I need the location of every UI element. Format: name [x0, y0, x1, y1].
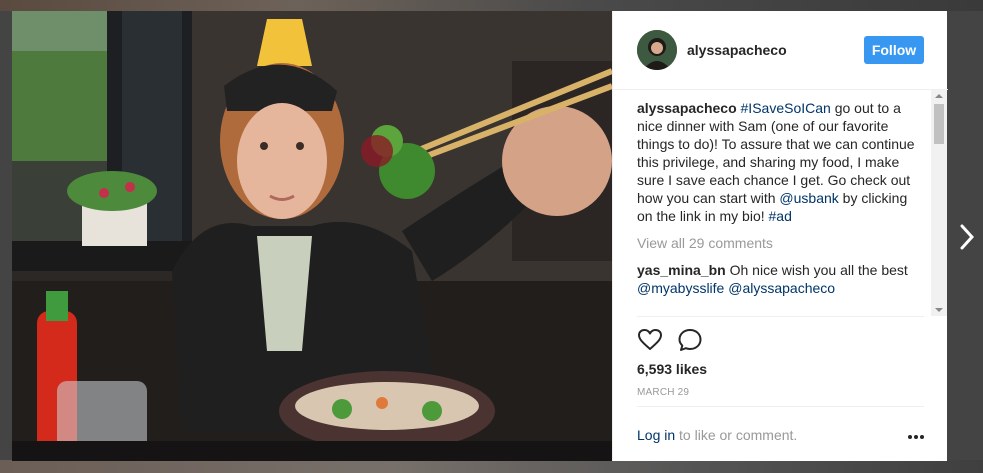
post-photo-illustration — [12, 11, 612, 461]
post-side-panel: alyssapacheco Follow alyssapacheco #ISav… — [612, 11, 948, 461]
view-all-comments-link[interactable]: View all 29 comments — [637, 234, 925, 252]
scroll-down-icon[interactable] — [935, 308, 943, 312]
comments-list: alyssapacheco #ISaveSoICan go out to a n… — [637, 99, 925, 297]
more-options-button[interactable] — [907, 429, 925, 439]
caption-hashtag-ad[interactable]: #ad — [769, 208, 792, 224]
caption-username[interactable]: alyssapacheco — [637, 100, 737, 116]
comments-section[interactable]: alyssapacheco #ISaveSoICan go out to a n… — [613, 90, 948, 316]
more-options-icon — [908, 435, 924, 439]
background-feed-strip-top — [0, 0, 983, 11]
caption-hashtag[interactable]: #ISaveSoICan — [741, 100, 831, 116]
like-button[interactable] — [637, 327, 665, 355]
heart-icon — [638, 329, 662, 350]
comments-scrollbar[interactable] — [931, 90, 947, 316]
avatar[interactable] — [637, 30, 677, 70]
login-prompt-text: to like or comment. — [675, 427, 798, 443]
scroll-up-icon[interactable] — [935, 94, 943, 98]
next-post-button[interactable] — [956, 222, 978, 252]
comment-mention-2[interactable]: @alyssapacheco — [728, 280, 835, 296]
list-item: yas_mina_bn Oh nice wish you all the bes… — [637, 261, 925, 297]
post-date[interactable]: MARCH 29 — [637, 387, 689, 398]
avatar-image — [637, 30, 677, 70]
comment-icon — [678, 329, 702, 351]
comment-mention-1[interactable]: @myabysslife — [637, 280, 724, 296]
caption: alyssapacheco #ISaveSoICan go out to a n… — [637, 99, 925, 225]
login-prompt: Log in to like or comment. — [637, 427, 797, 443]
post-photo — [12, 11, 612, 461]
post-author-username[interactable]: alyssapacheco — [687, 42, 787, 58]
divider — [637, 316, 924, 317]
chevron-right-icon — [960, 224, 974, 250]
post-header: alyssapacheco Follow — [613, 11, 948, 90]
post-modal: alyssapacheco Follow alyssapacheco #ISav… — [12, 11, 948, 461]
caption-mention[interactable]: @usbank — [779, 190, 838, 206]
login-link[interactable]: Log in — [637, 427, 675, 443]
scrollbar-thumb[interactable] — [934, 104, 944, 144]
comment-button[interactable] — [677, 327, 705, 355]
background-feed-strip-bottom — [0, 460, 983, 473]
likes-count[interactable]: 6,593 likes — [637, 361, 707, 377]
comment-text: Oh nice wish you all the best — [725, 262, 908, 278]
divider — [637, 406, 924, 407]
comment-username[interactable]: yas_mina_bn — [637, 262, 726, 278]
follow-button[interactable]: Follow — [864, 36, 924, 64]
